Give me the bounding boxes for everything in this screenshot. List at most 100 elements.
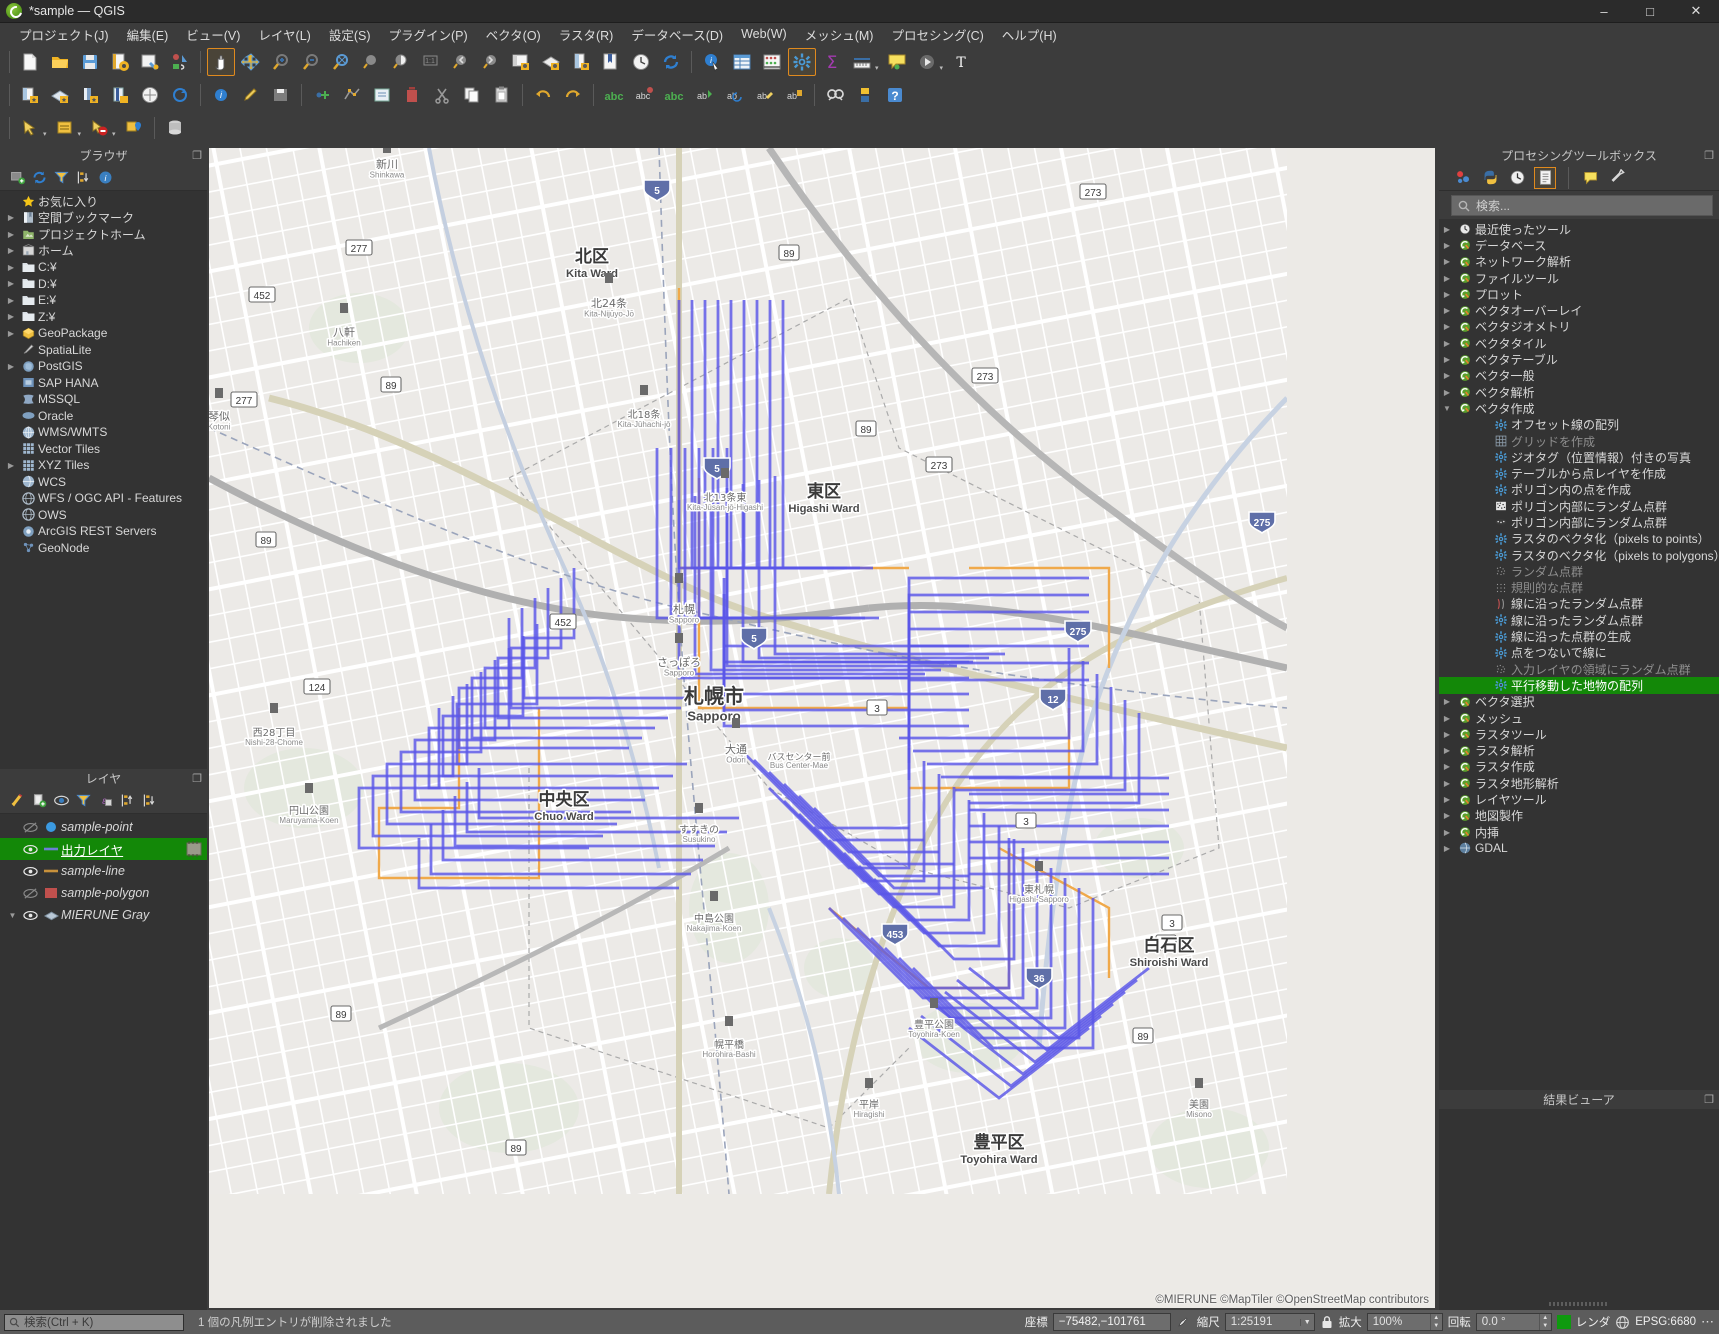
- processing-item-5[interactable]: ▶ ベクタオーバーレイ: [1439, 302, 1719, 318]
- zoom-to-selection-icon[interactable]: [357, 48, 385, 76]
- processing-item-6[interactable]: ▶ ベクタジオメトリ: [1439, 319, 1719, 335]
- processing-item-25[interactable]: 線に沿った点群の生成: [1439, 628, 1719, 644]
- processing-item-0[interactable]: ▶ 最近使ったツール: [1439, 221, 1719, 237]
- coordinate-value[interactable]: −75482,−101761: [1052, 1313, 1171, 1331]
- new-project-icon[interactable]: [16, 48, 44, 76]
- new-print-layout2-icon[interactable]: [567, 48, 595, 76]
- chevron-right-icon[interactable]: ▶: [1439, 371, 1455, 380]
- processing-item-37[interactable]: ▶ 内挿: [1439, 824, 1719, 840]
- browser-item-6[interactable]: ▶ E:¥: [0, 292, 207, 309]
- manage-visibility-icon[interactable]: [51, 791, 71, 811]
- processing-item-18[interactable]: ポリゴン内部にランダム点群: [1439, 514, 1719, 530]
- menu-item-3[interactable]: レイヤ(L): [249, 23, 319, 46]
- toggle-editing-icon[interactable]: [237, 81, 265, 109]
- processing-item-23[interactable]: 線に沿ったランダム点群: [1439, 596, 1719, 612]
- processing-item-10[interactable]: ▶ ベクタ解析: [1439, 384, 1719, 400]
- menu-item-2[interactable]: ビュー(V): [177, 23, 249, 46]
- attribute-table-icon[interactable]: [728, 48, 756, 76]
- processing-item-17[interactable]: ポリゴン内部にランダム点群: [1439, 498, 1719, 514]
- help-icon[interactable]: ?: [881, 81, 909, 109]
- processing-panel-close-icon[interactable]: ❐: [1704, 149, 1714, 162]
- maximize-button[interactable]: □: [1627, 0, 1673, 22]
- processing-item-12[interactable]: オフセット線の配列: [1439, 417, 1719, 433]
- processing-item-35[interactable]: ▶ レイヤツール: [1439, 791, 1719, 807]
- zoom-full-icon[interactable]: [327, 48, 355, 76]
- chevron-right-icon[interactable]: ▶: [1439, 322, 1455, 331]
- sum-icon[interactable]: Σ: [818, 48, 846, 76]
- chevron-right-icon[interactable]: ▶: [4, 461, 18, 470]
- cut-features-icon[interactable]: [428, 81, 456, 109]
- processing-item-22[interactable]: 規則的な点群: [1439, 580, 1719, 596]
- toggle-extents-icon[interactable]: [1176, 1314, 1192, 1330]
- processing-item-29[interactable]: ▶ ベクタ選択: [1439, 694, 1719, 710]
- label-icon[interactable]: abc: [600, 81, 628, 109]
- rotation-stepper[interactable]: ▲ ▼: [1538, 1314, 1551, 1330]
- add-delimited-text-icon[interactable]: [76, 81, 104, 109]
- menu-item-5[interactable]: プラグイン(P): [380, 23, 477, 46]
- layer-editing-badge[interactable]: [185, 841, 203, 857]
- new-3d-map-view-icon[interactable]: [537, 48, 565, 76]
- processing-item-7[interactable]: ▶ ベクタタイル: [1439, 335, 1719, 351]
- chevron-right-icon[interactable]: ▶: [1439, 762, 1455, 771]
- browser-item-8[interactable]: ▶ GeoPackage: [0, 325, 207, 342]
- data-source-manager-icon[interactable]: [166, 48, 194, 76]
- processing-item-13[interactable]: グリッドを作成: [1439, 433, 1719, 449]
- layer-item-0[interactable]: sample-point: [0, 816, 207, 838]
- edit-features-inplace-icon[interactable]: [1581, 168, 1601, 188]
- processing-item-21[interactable]: ランダム点群: [1439, 563, 1719, 579]
- move-diagram-icon[interactable]: ab: [780, 81, 808, 109]
- menu-item-9[interactable]: Web(W): [732, 25, 796, 43]
- open-project-icon[interactable]: [46, 48, 74, 76]
- expand-all-icon[interactable]: [117, 791, 137, 811]
- browser-item-9[interactable]: SpatiaLite: [0, 342, 207, 359]
- style-manager-icon[interactable]: [136, 48, 164, 76]
- messages-icon[interactable]: ⋯: [1701, 1314, 1715, 1330]
- processing-item-33[interactable]: ▶ ラスタ作成: [1439, 759, 1719, 775]
- browser-item-20[interactable]: ArcGIS REST Servers: [0, 523, 207, 540]
- browser-item-0[interactable]: お気に入り: [0, 193, 207, 210]
- visibility-off-icon[interactable]: [19, 821, 41, 834]
- chevron-right-icon[interactable]: ▶: [1439, 355, 1455, 364]
- measure-icon[interactable]: [848, 48, 876, 76]
- chevron-right-icon[interactable]: ▶: [4, 279, 18, 288]
- collapse-all-icon[interactable]: [139, 791, 159, 811]
- menu-item-12[interactable]: ヘルプ(H): [993, 23, 1066, 46]
- browser-panel-close-icon[interactable]: ❐: [192, 149, 202, 162]
- render-checkbox[interactable]: [1556, 1315, 1571, 1329]
- chevron-right-icon[interactable]: ▶: [1439, 730, 1455, 739]
- processing-item-14[interactable]: ジオタグ（位置情報）付きの写真: [1439, 449, 1719, 465]
- text-annotation-icon[interactable]: T: [947, 48, 975, 76]
- select-location-icon[interactable]: [120, 114, 148, 142]
- processing-toolbox-icon[interactable]: [788, 47, 816, 76]
- menu-item-1[interactable]: 編集(E): [118, 23, 178, 46]
- zoom-next-icon[interactable]: [477, 48, 505, 76]
- processing-search-input[interactable]: 検索...: [1451, 195, 1713, 216]
- zoom-to-layer-icon[interactable]: [387, 48, 415, 76]
- processing-tree[interactable]: ▶ 最近使ったツール ▶ データベース ▶ ネットワーク解析 ▶ ファイルツール ▶ プロット ▶ ベ…: [1439, 219, 1719, 1090]
- redo-icon[interactable]: [559, 81, 587, 109]
- scale-combo[interactable]: 1:25191 ▼: [1224, 1313, 1315, 1331]
- zoom-out-icon[interactable]: [297, 48, 325, 76]
- processing-item-15[interactable]: テーブルから点レイヤを作成: [1439, 465, 1719, 481]
- minimize-button[interactable]: –: [1581, 0, 1627, 22]
- python-script-icon[interactable]: [1480, 168, 1500, 188]
- processing-item-8[interactable]: ▶ ベクタテーブル: [1439, 351, 1719, 367]
- chevron-right-icon[interactable]: ▶: [4, 329, 18, 338]
- browser-item-16[interactable]: ▶ XYZ Tiles: [0, 457, 207, 474]
- delete-selected-icon[interactable]: [398, 81, 426, 109]
- processing-item-4[interactable]: ▶ プロット: [1439, 286, 1719, 302]
- chevron-right-icon[interactable]: ▶: [1439, 811, 1455, 820]
- chevron-right-icon[interactable]: ▶: [1439, 274, 1455, 283]
- panel-resize-grip[interactable]: [1549, 1302, 1609, 1306]
- browser-item-7[interactable]: ▶ Z:¥: [0, 309, 207, 326]
- run-feature-action-icon[interactable]: [913, 48, 941, 76]
- change-label-icon[interactable]: ab: [750, 81, 778, 109]
- chevron-right-icon[interactable]: ▶: [1439, 388, 1455, 397]
- refresh-icon[interactable]: [29, 168, 49, 188]
- layer-item-4[interactable]: ▼ MIERUNE Gray: [0, 904, 207, 926]
- save-layer-edits-icon[interactable]: [267, 81, 295, 109]
- processing-item-11[interactable]: ▼ ベクタ作成: [1439, 400, 1719, 416]
- processing-item-32[interactable]: ▶ ラスタ解析: [1439, 743, 1719, 759]
- add-feature-icon[interactable]: [308, 81, 336, 109]
- layer-item-3[interactable]: sample-polygon: [0, 882, 207, 904]
